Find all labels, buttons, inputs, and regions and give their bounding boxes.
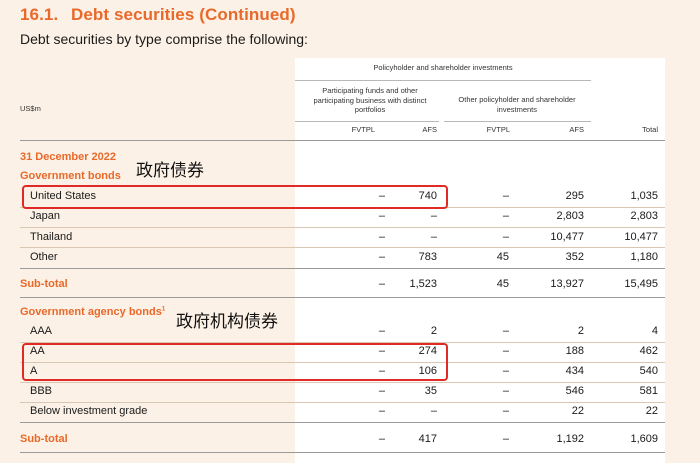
row-label: Japan	[30, 210, 60, 222]
cell-fvtpl-2: –	[502, 365, 509, 377]
cell-afs-2: 352	[565, 251, 584, 263]
cell-afs-2: 434	[565, 365, 584, 377]
table-row: Thailand – – – 10,477 10,477	[20, 228, 665, 247]
cell-total: 462	[639, 345, 658, 357]
section-title: 16.1. Debt securities (Continued)	[20, 5, 296, 25]
highlight-aa-a	[22, 343, 448, 381]
cell-total: 4	[651, 325, 658, 337]
cell-fvtpl-1: –	[378, 385, 385, 397]
section-title-text: Debt securities (Continued)	[71, 5, 296, 24]
footnote-marker: 1	[161, 306, 166, 313]
cell-afs-2: 10,477	[550, 231, 584, 243]
cell-fvtpl-2: –	[502, 190, 509, 202]
cell-fvtpl-2: –	[502, 405, 509, 417]
cell-total: 2,803	[630, 210, 658, 222]
subtotal-bottom-rule	[20, 297, 665, 298]
cell-total: 1,180	[630, 251, 658, 263]
cell-fvtpl-2: 45	[496, 251, 509, 263]
sub-header-other: Other policyholder and shareholder inves…	[458, 95, 576, 114]
table-row: AAA – 2 – 2 4	[20, 322, 665, 341]
cell-afs-2: 546	[565, 385, 584, 397]
subtotal-row: Sub-total – 1,523 45 13,927 15,495	[20, 275, 665, 294]
cell-afs-2: 2,803	[556, 210, 584, 222]
cell-fvtpl-2: –	[502, 231, 509, 243]
cell-fvtpl-2: –	[502, 345, 509, 357]
subtotal-label: Sub-total	[20, 433, 68, 445]
row-label: Thailand	[30, 231, 73, 243]
section-subtitle: Debt securities by type comprise the fol…	[20, 31, 308, 47]
header-bottom-rule	[20, 140, 665, 141]
cell-afs-2: 2	[577, 325, 584, 337]
subtotal-row: Sub-total – 417 – 1,192 1,609	[20, 430, 665, 449]
cell-fvtpl-1: –	[378, 251, 385, 263]
table-row: Other – 783 45 352 1,180	[20, 248, 665, 267]
col-header-afs-1: AFS	[422, 125, 437, 134]
cell-afs-1: 2	[430, 325, 437, 337]
cell-afs-2: 188	[565, 345, 584, 357]
cell-total: 540	[639, 365, 658, 377]
subtotal-top-rule	[20, 268, 665, 269]
cell-afs-1: –	[430, 231, 437, 243]
table-row: Below investment grade – – – 22 22	[20, 402, 665, 421]
cell-total: 15,495	[624, 278, 658, 290]
subtotal-top-rule	[20, 422, 665, 423]
sub-header-rule-right	[444, 121, 591, 122]
period-date: 31 December 2022	[20, 151, 117, 163]
row-label: Below investment grade	[30, 405, 148, 417]
cell-afs-2: 295	[565, 190, 584, 202]
section-number: 16.1.	[20, 5, 59, 24]
cell-fvtpl-2: –	[502, 385, 509, 397]
heading-government-agency-bonds: Government agency bonds1	[20, 306, 166, 318]
cell-total: 581	[639, 385, 658, 397]
cell-fvtpl-1: –	[378, 278, 385, 290]
cell-afs-1: 35	[424, 385, 437, 397]
cell-afs-1: –	[430, 210, 437, 222]
cell-afs-2: 22	[571, 405, 584, 417]
cell-fvtpl-2: –	[502, 325, 509, 337]
cell-afs-2: 1,192	[556, 433, 584, 445]
cell-total: 10,477	[624, 231, 658, 243]
cell-total: 22	[645, 405, 658, 417]
cell-fvtpl-1: –	[378, 405, 385, 417]
col-header-fvtpl-1: FVTPL	[351, 125, 375, 134]
col-header-afs-2: AFS	[569, 125, 584, 134]
annotation-government-bonds: 政府债券	[136, 161, 204, 181]
cell-fvtpl-1: –	[378, 231, 385, 243]
sub-header-rule-left	[295, 121, 439, 122]
group-header-rule	[295, 80, 591, 81]
col-header-fvtpl-2: FVTPL	[486, 125, 510, 134]
cell-afs-1: 417	[418, 433, 437, 445]
group-header: Policyholder and shareholder investments	[373, 63, 513, 72]
unit-label: US$m	[20, 104, 41, 113]
cell-fvtpl-2: 45	[496, 278, 509, 290]
cell-afs-2: 13,927	[550, 278, 584, 290]
row-label: BBB	[30, 385, 53, 397]
cell-afs-1: 1,523	[409, 278, 437, 290]
cell-afs-1: –	[430, 405, 437, 417]
subtotal-bottom-rule	[20, 452, 665, 453]
col-header-total: Total	[642, 125, 658, 134]
cell-total: 1,609	[630, 433, 658, 445]
highlight-united-states	[22, 185, 448, 209]
table-row: Japan – – – 2,803 2,803	[20, 207, 665, 226]
cell-fvtpl-2: –	[502, 433, 509, 445]
row-label: Other	[30, 251, 58, 263]
cell-fvtpl-1: –	[378, 210, 385, 222]
cell-fvtpl-2: –	[502, 210, 509, 222]
cell-total: 1,035	[630, 190, 658, 202]
heading-government-bonds: Government bonds	[20, 170, 121, 182]
row-label: AAA	[30, 325, 53, 337]
subtotal-label: Sub-total	[20, 278, 68, 290]
cell-fvtpl-1: –	[378, 325, 385, 337]
table-row: BBB – 35 – 546 581	[20, 382, 665, 401]
cell-afs-1: 783	[418, 251, 437, 263]
sub-header-participating: Participating funds and other participat…	[313, 86, 427, 114]
cell-fvtpl-1: –	[378, 433, 385, 445]
